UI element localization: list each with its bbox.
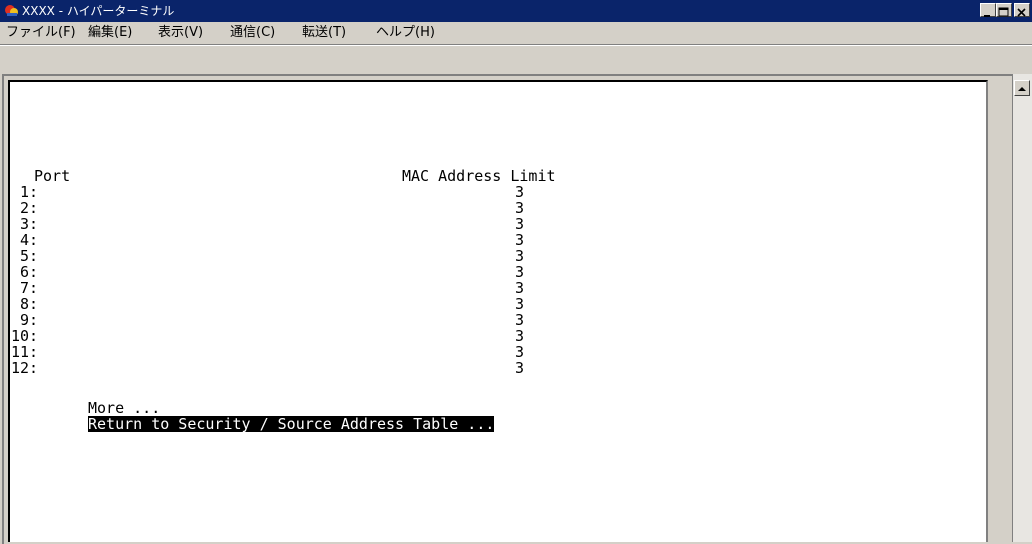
mac-limit-value: 3	[515, 247, 525, 265]
more-option[interactable]: More ...	[88, 400, 160, 416]
minimize-icon	[984, 15, 990, 17]
title-bar[interactable]: XXXX - ハイパーターミナル	[0, 0, 1032, 22]
mac-limit-value: 3	[515, 359, 525, 377]
menu-view[interactable]: 表示(V)	[158, 25, 203, 41]
port-header: Port	[34, 167, 71, 185]
mac-limit-header: MAC Address Limit	[402, 167, 556, 185]
menu-transfer[interactable]: 転送(T)	[302, 25, 346, 41]
port-label: 9:	[20, 311, 39, 329]
mac-limit-value: 3	[515, 327, 525, 345]
maximize-button[interactable]	[996, 3, 1012, 17]
hyperterminal-app-icon[interactable]	[4, 3, 20, 19]
close-icon	[1017, 8, 1026, 17]
scroll-up-arrow-icon	[1018, 87, 1026, 91]
vertical-scrollbar[interactable]	[1012, 74, 1032, 542]
terminal-screen[interactable]: Port MAC Address Limit 1: 3 2: 3 3: 3 4:…	[8, 80, 988, 542]
return-option[interactable]: Return to Security / Source Address Tabl…	[88, 416, 495, 432]
port-label: 11:	[11, 343, 39, 361]
port-label: 3:	[20, 215, 39, 233]
minimize-button[interactable]	[980, 3, 996, 17]
toolbar-area	[0, 46, 1032, 74]
menu-bar: ファイル(F) 編集(E) 表示(V) 通信(C) 転送(T) ヘルプ(H)	[0, 22, 1032, 44]
port-label: 2:	[20, 199, 39, 217]
menu-help[interactable]: ヘルプ(H)	[376, 25, 435, 41]
scroll-up-button[interactable]	[1014, 80, 1030, 96]
mac-limit-value: 3	[515, 279, 525, 297]
close-button[interactable]	[1014, 3, 1030, 17]
port-label: 12:	[11, 359, 39, 377]
mac-limit-value: 3	[515, 343, 525, 361]
mac-limit-value: 3	[515, 199, 525, 217]
window-title: XXXX - ハイパーターミナル	[22, 4, 175, 18]
port-label: 1:	[20, 183, 39, 201]
menu-file[interactable]: ファイル(F)	[6, 25, 76, 41]
port-label: 6:	[20, 263, 39, 281]
mac-limit-value: 3	[515, 263, 525, 281]
port-label: 5:	[20, 247, 39, 265]
maximize-icon	[998, 7, 1009, 17]
port-label: 7:	[20, 279, 39, 297]
port-label: 10:	[11, 327, 39, 345]
mac-limit-value: 3	[515, 215, 525, 233]
menu-call[interactable]: 通信(C)	[230, 25, 275, 41]
port-label: 4:	[20, 231, 39, 249]
mac-limit-value: 3	[515, 311, 525, 329]
mac-limit-value: 3	[515, 295, 525, 313]
mac-limit-value: 3	[515, 231, 525, 249]
mac-limit-value: 3	[515, 183, 525, 201]
menu-edit[interactable]: 編集(E)	[88, 25, 132, 41]
port-label: 8:	[20, 295, 39, 313]
